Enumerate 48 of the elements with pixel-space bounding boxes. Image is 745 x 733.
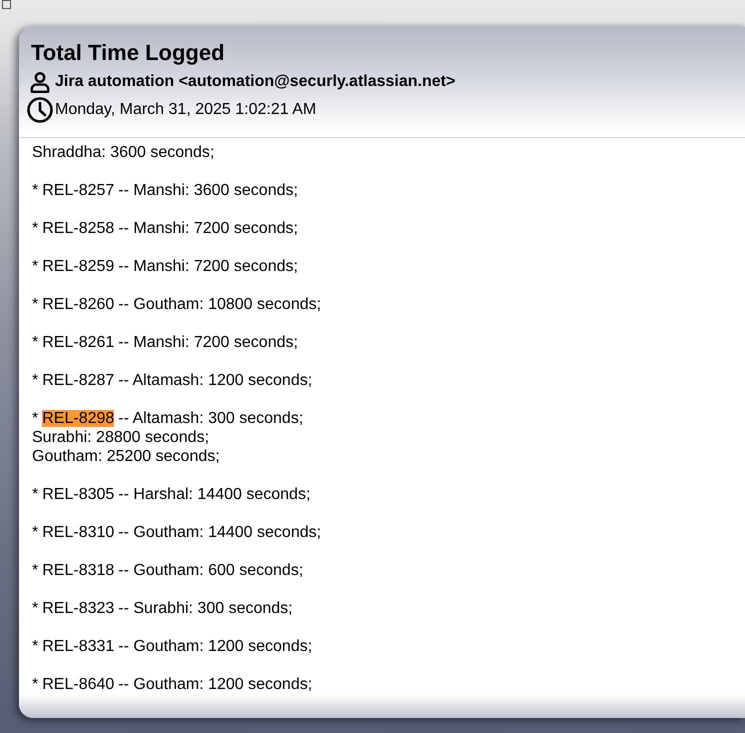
issue-key: REL-8261 (42, 334, 114, 351)
time-log-text: -- Goutham: 1200 seconds; (118, 638, 312, 655)
date-text: Monday, March 31, 2025 1:02:21 AM (55, 101, 316, 119)
list-bullet: * (32, 562, 38, 579)
time-log-text: -- Harshal: 14400 seconds; (118, 486, 310, 503)
issue-key: REL-8323 (42, 600, 114, 617)
sender-text: Jira automation <automation@securly.atlassian.net> (55, 73, 456, 91)
time-log-text: -- Manshi: 3600 seconds; (118, 182, 298, 199)
time-log-text: Surabhi: 28800 seconds; (32, 428, 210, 447)
time-log-text: -- Altamash: 1200 seconds; (118, 372, 312, 389)
issue-key: REL-8287 (42, 372, 114, 389)
issue-key: REL-8318 (42, 562, 114, 579)
issue-key: REL-8259 (42, 258, 114, 275)
issue-key: REL-8331 (42, 638, 114, 655)
issue-key: REL-8260 (42, 296, 114, 313)
list-bullet: * (32, 486, 38, 503)
list-bullet: * (32, 372, 38, 389)
issue-key: REL-8305 (42, 486, 114, 503)
list-bullet: * (32, 334, 38, 351)
list-bullet: * (32, 258, 38, 275)
issue-key: REL-8310 (42, 524, 114, 541)
message-title: Total Time Logged (31, 40, 226, 66)
issue-key: REL-8258 (42, 220, 114, 237)
issue-key: REL-8257 (42, 182, 114, 199)
list-bullet: * (32, 410, 38, 427)
issue-key: REL-8640 (42, 676, 114, 693)
time-log-text: -- Goutham: 10800 seconds; (118, 296, 322, 313)
time-log-text: -- Goutham: 600 seconds; (118, 562, 304, 579)
time-log-text: -- Manshi: 7200 seconds; (118, 334, 298, 351)
list-bullet: * (32, 524, 38, 541)
list-bullet: * (32, 220, 38, 237)
time-log-text: -- Altamash: 300 seconds; (118, 410, 304, 427)
time-log-text: -- Manshi: 7200 seconds; (118, 220, 298, 237)
time-log-text: -- Surabhi: 300 seconds; (118, 600, 293, 617)
list-bullet: * (32, 600, 38, 617)
list-bullet: * (32, 296, 38, 313)
person-icon (30, 72, 50, 92)
highlighted-issue-key: REL-8298 (42, 410, 114, 427)
list-bullet: * (32, 182, 38, 199)
time-log-text: -- Manshi: 7200 seconds; (118, 258, 298, 275)
time-log-text: -- Goutham: 1200 seconds; (118, 676, 312, 693)
time-log-text: -- Goutham: 14400 seconds; (118, 524, 322, 541)
list-bullet: * (32, 676, 38, 693)
time-log-text: Goutham: 25200 seconds; (32, 447, 221, 466)
clock-icon (27, 97, 53, 123)
list-bullet: * (32, 638, 38, 655)
square-icon (2, 0, 11, 9)
time-log-text: Shraddha: 3600 seconds; (32, 143, 216, 162)
